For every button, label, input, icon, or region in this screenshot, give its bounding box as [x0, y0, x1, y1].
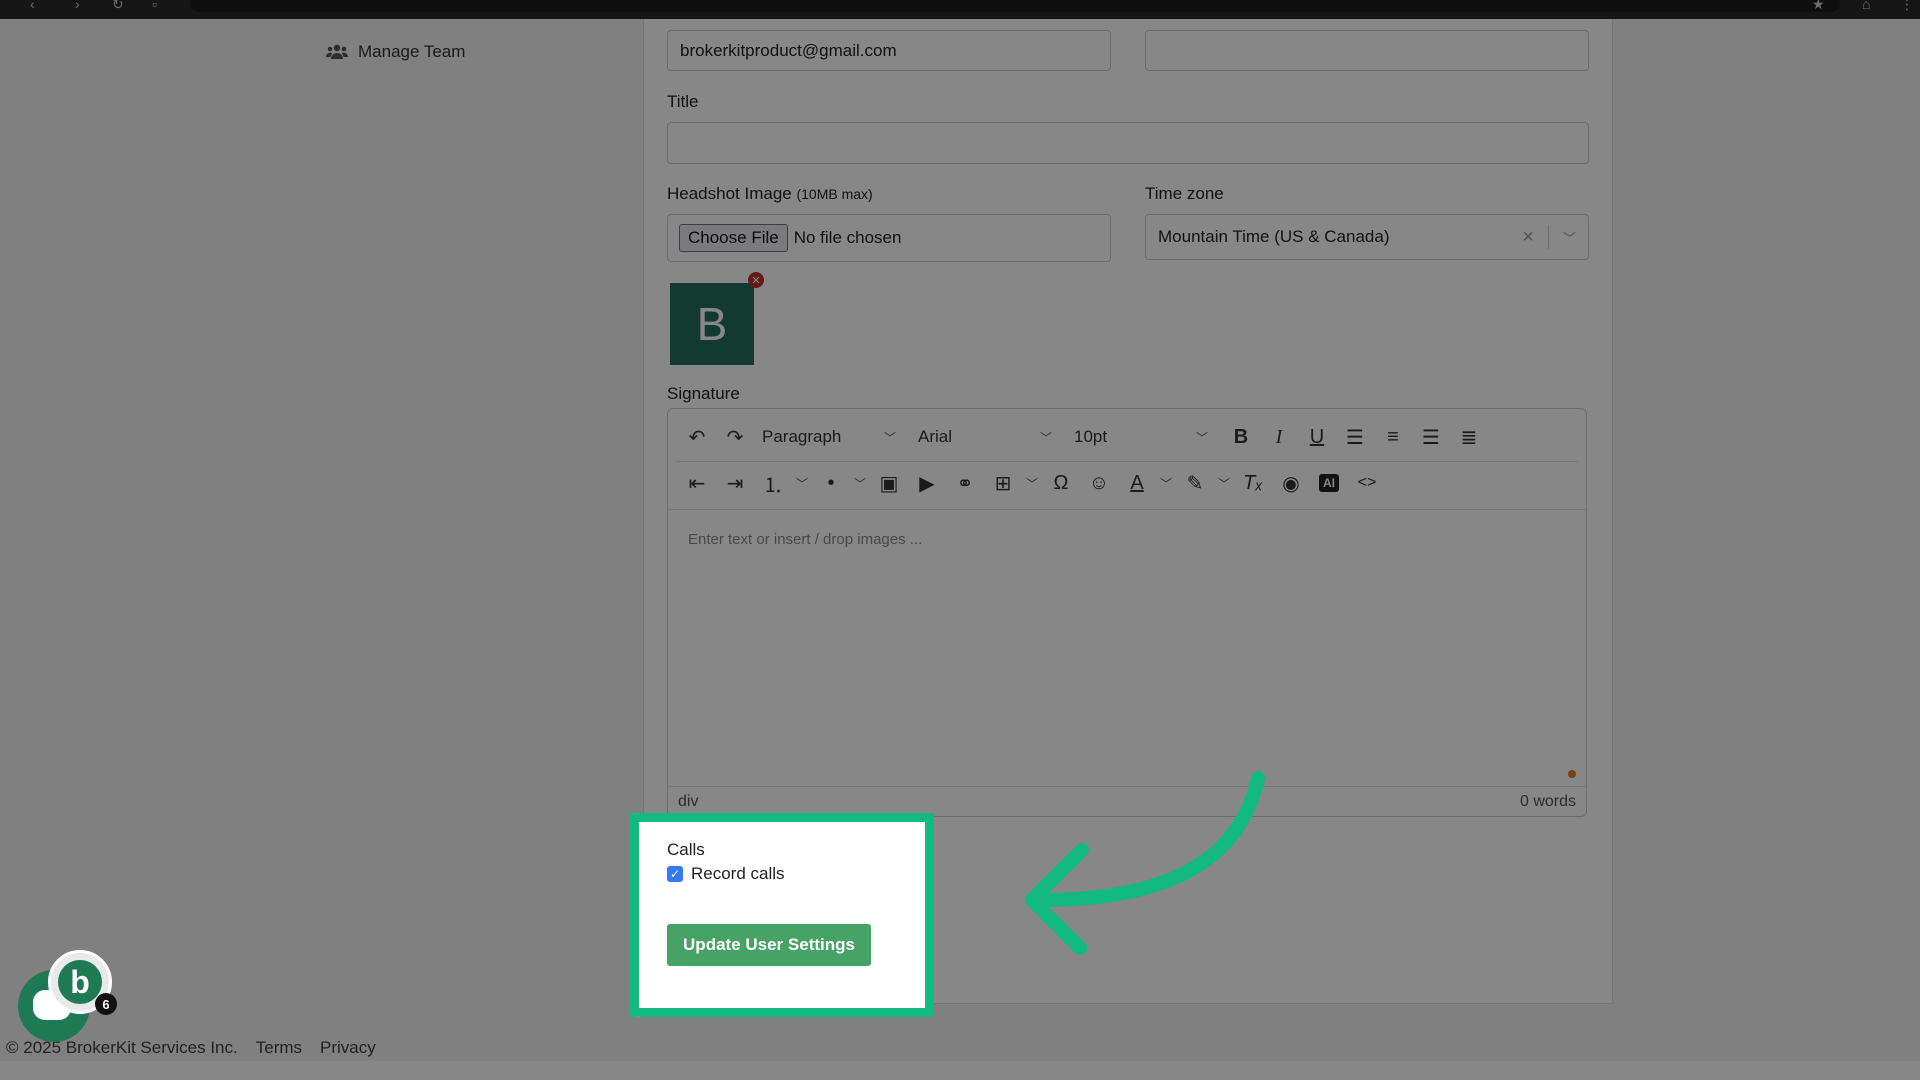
calls-label: Calls [667, 840, 705, 859]
calls-highlight-box: Calls ✓ Record calls Update User Setting… [630, 813, 934, 1017]
copyright: © 2025 BrokerKit Services Inc. [6, 1038, 238, 1057]
dim-overlay [0, 0, 1920, 1080]
curved-arrow-icon [1025, 771, 1265, 955]
record-calls-option[interactable]: ✓ Record calls [667, 864, 785, 884]
record-calls-label: Record calls [691, 864, 785, 883]
notification-count-badge: 6 [95, 993, 117, 1015]
brokerkit-logo-icon: b [58, 960, 102, 1004]
terms-link[interactable]: Terms [256, 1038, 302, 1058]
update-user-settings-button[interactable]: Update User Settings [667, 924, 871, 966]
privacy-link[interactable]: Privacy [320, 1038, 376, 1058]
record-calls-checkbox[interactable]: ✓ [667, 866, 683, 882]
